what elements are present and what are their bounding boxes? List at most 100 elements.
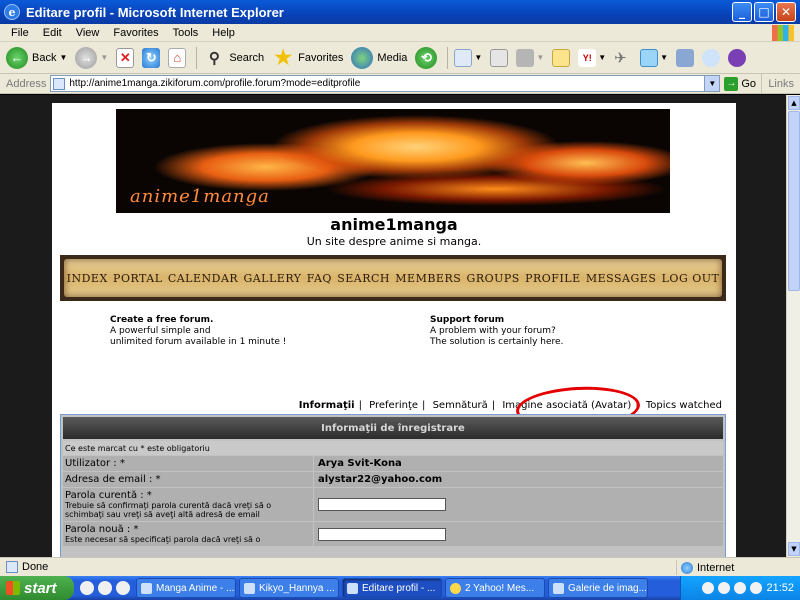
close-button[interactable]: ✕ (776, 2, 796, 22)
start-button[interactable]: start (0, 576, 74, 600)
address-label: Address (6, 77, 47, 90)
forward-button[interactable]: → ▼ (75, 45, 108, 71)
tab-semnatura[interactable]: Semnătură (433, 400, 488, 411)
tab-informatii[interactable]: Informaţii (299, 400, 355, 411)
quick-launch-icon[interactable] (80, 581, 94, 595)
nav-messages[interactable]: MESSAGES (586, 272, 656, 285)
nav-profile[interactable]: PROFILE (525, 272, 581, 285)
taskbar-item[interactable]: Manga Anime - ... (136, 578, 236, 598)
nav-groups[interactable]: GROUPS (467, 272, 520, 285)
tray-icon[interactable] (718, 582, 731, 594)
banner-brand: anime1manga (130, 186, 270, 207)
quick-launch (80, 581, 130, 595)
print-icon (490, 48, 509, 67)
page-done-icon (6, 561, 18, 573)
search-button[interactable]: ⚲ Search (203, 45, 264, 71)
refresh-icon: ↻ (142, 47, 161, 68)
home-button[interactable]: ⌂ (168, 45, 187, 71)
tray-icon[interactable] (702, 582, 715, 594)
taskbar-item[interactable]: Galerie de imag... (548, 578, 648, 598)
current-password-field[interactable] (318, 498, 446, 511)
yahoo-button[interactable]: Y! ▼ (578, 45, 606, 71)
promo-support-forum[interactable]: Support forum A problem with your forum?… (430, 315, 563, 348)
form-row-email: Adresa de email : * alystar22@yahoo.com (63, 472, 723, 487)
plane-icon: ✈ (614, 49, 627, 67)
tray-icon[interactable] (734, 582, 747, 594)
vertical-scrollbar[interactable]: ▲ ▼ (786, 95, 800, 557)
menu-bar: File Edit View Favorites Tools Help (0, 24, 800, 42)
menu-favorites[interactable]: Favorites (106, 27, 165, 39)
taskbar-item[interactable]: Kikyo_Hannya ... (239, 578, 339, 598)
skype-button[interactable]: ▼ (640, 45, 668, 71)
search-icon: ⚲ (208, 49, 220, 67)
go-label: Go (741, 77, 757, 90)
scroll-up-icon[interactable]: ▲ (788, 96, 800, 110)
quick-launch-icon[interactable] (98, 581, 112, 595)
star-icon: ★ (274, 47, 293, 69)
links-toolbar[interactable]: Links (761, 74, 800, 93)
windows-flag-icon (772, 25, 794, 41)
nav-faq[interactable]: FAQ (307, 272, 332, 285)
promo-left-title: Create a free forum. (110, 315, 214, 325)
note-icon (552, 48, 571, 67)
status-text: Done (22, 561, 49, 573)
history-icon: ⟲ (415, 46, 438, 69)
menu-tools[interactable]: Tools (166, 27, 206, 39)
skype-icon (640, 48, 659, 67)
print-button[interactable] (490, 45, 509, 71)
menu-help[interactable]: Help (205, 27, 242, 39)
toolbar-divider (447, 46, 449, 69)
menu-view[interactable]: View (69, 27, 107, 39)
home-icon: ⌂ (168, 47, 187, 68)
media-button[interactable]: Media (351, 45, 407, 71)
page-icon (53, 77, 66, 90)
nav-portal[interactable]: PORTAL (113, 272, 163, 285)
mail-button[interactable]: ▼ (454, 45, 482, 71)
research-button[interactable] (676, 45, 695, 71)
new-password-help: Este necesar să specificaţi parola dacă … (65, 535, 261, 544)
quick-launch-icon[interactable] (116, 581, 130, 595)
taskbar-item[interactable]: 2 Yahoo! Mes... (445, 578, 545, 598)
address-dropdown-icon[interactable]: ▼ (704, 76, 720, 91)
form-row-new-password: Parola nouă : * Este necesar să specific… (63, 522, 723, 546)
discuss-button[interactable] (552, 45, 571, 71)
ie-logo-icon: e (4, 4, 20, 20)
back-arrow-icon: ← (6, 46, 28, 69)
back-label: Back (32, 51, 57, 64)
maximize-button[interactable]: □ (754, 2, 774, 22)
taskbar-item-active[interactable]: Editare profil - ... (342, 578, 442, 598)
refresh-button[interactable]: ↻ (142, 45, 161, 71)
promo-left-line1: A powerful simple and (110, 326, 211, 336)
history-button[interactable]: ⟲ (415, 45, 438, 71)
promo-create-forum[interactable]: Create a free forum. A powerful simple a… (110, 315, 286, 348)
menu-file[interactable]: File (4, 27, 36, 39)
plane-button[interactable]: ✈ (614, 45, 632, 71)
tab-preferinte[interactable]: Preferinţe (369, 400, 418, 411)
forward-arrow-icon: → (75, 46, 98, 69)
nav-index[interactable]: INDEX (67, 272, 108, 285)
clock[interactable]: 21:52 (766, 582, 794, 594)
back-button[interactable]: ← Back ▼ (6, 45, 67, 71)
address-url: http://anime1manga.zikiforum.com/profile… (69, 78, 361, 89)
minimize-button[interactable]: _ (732, 2, 752, 22)
edit-button[interactable]: ▼ (516, 45, 544, 71)
menu-edit[interactable]: Edit (36, 27, 69, 39)
tray-icon[interactable] (750, 582, 763, 594)
nav-members[interactable]: MEMBERS (395, 272, 461, 285)
yahoo-messenger-button[interactable] (728, 45, 747, 71)
new-password-field[interactable] (318, 527, 446, 541)
go-button[interactable]: → Go (724, 76, 757, 91)
stop-button[interactable]: ✕ (116, 45, 135, 71)
email-label: Adresa de email : * (63, 472, 313, 487)
scroll-thumb[interactable] (788, 111, 800, 291)
nav-gallery[interactable]: GALLERY (243, 272, 301, 285)
favorites-button[interactable]: ★ Favorites (272, 45, 343, 71)
nav-logout[interactable]: LOG OUT (662, 272, 720, 285)
taskbar: start Manga Anime - ... Kikyo_Hannya ...… (0, 576, 800, 600)
scroll-down-icon[interactable]: ▼ (788, 542, 800, 556)
address-input[interactable]: http://anime1manga.zikiforum.com/profile… (50, 75, 721, 92)
messenger-button[interactable] (702, 45, 721, 71)
nav-search[interactable]: SEARCH (337, 272, 390, 285)
nav-calendar[interactable]: CALENDAR (168, 272, 238, 285)
tab-topics-watched[interactable]: Topics watched (646, 400, 722, 411)
